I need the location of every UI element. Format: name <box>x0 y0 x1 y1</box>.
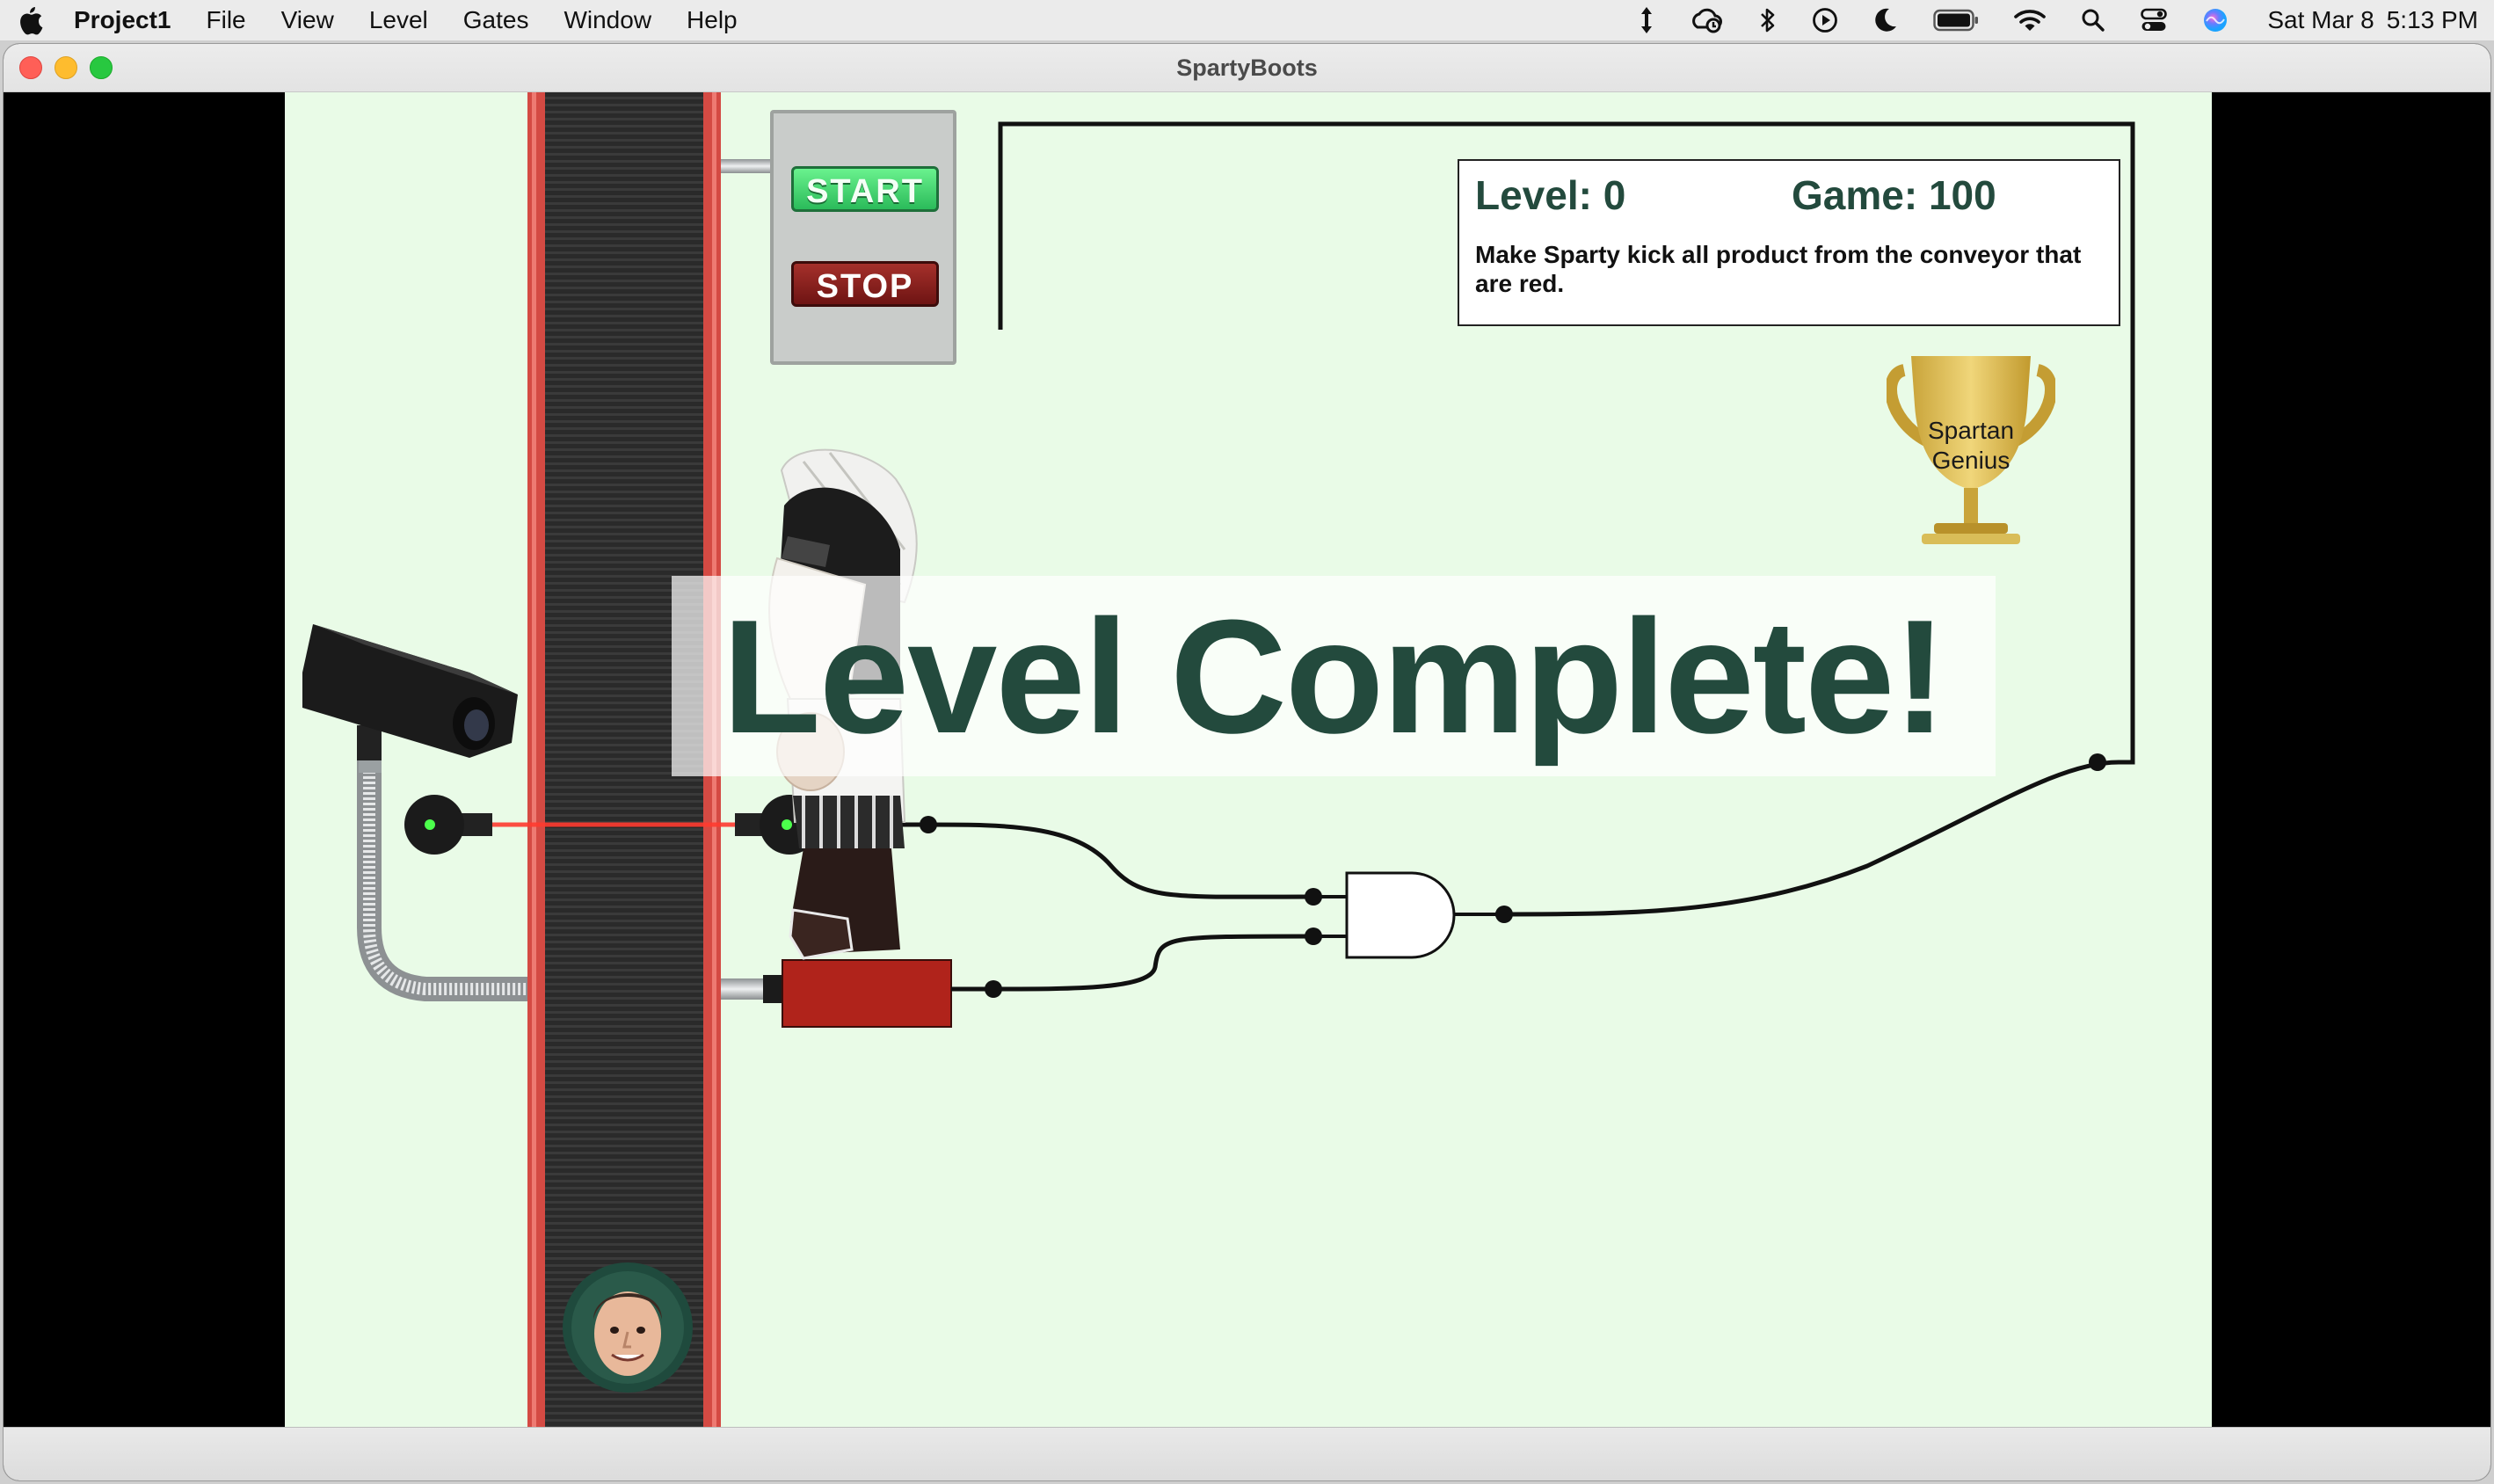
trophy-line-1: Spartan <box>1927 417 2015 444</box>
search-icon[interactable] <box>2081 8 2105 33</box>
scoreboard: Level: 0 Game: 100 Make Sparty kick all … <box>1458 159 2120 326</box>
battery-icon[interactable] <box>1933 9 1979 32</box>
level-complete-message: Level Complete! <box>722 586 1946 767</box>
menu-level[interactable]: Level <box>369 6 428 34</box>
menu-help[interactable]: Help <box>687 6 738 34</box>
level-score: Level: 0 <box>1475 172 1626 218</box>
control-center-icon[interactable] <box>2141 8 2168 33</box>
menu-app-name[interactable]: Project1 <box>74 6 171 34</box>
menu-file[interactable]: File <box>207 6 246 34</box>
game-score: Game: 100 <box>1792 172 1996 218</box>
wifi-icon[interactable] <box>2014 8 2047 33</box>
app-window: SpartyBoots START STOP Level: 0 Game: 10… <box>4 44 2490 1480</box>
menu-bar: Project1 File View Level Gates Window He… <box>0 0 2494 40</box>
menu-clock[interactable]: Sat Mar 8 5:13 PM <box>2267 6 2478 34</box>
menu-window[interactable]: Window <box>564 6 651 34</box>
camera-conduit <box>357 753 527 1001</box>
trophy-line-2: Genius <box>1931 447 2010 474</box>
start-button[interactable]: START <box>791 166 939 212</box>
moon-icon[interactable] <box>1873 7 1898 33</box>
trophy-label: Spartan Genius <box>1887 416 2055 476</box>
apple-icon[interactable] <box>18 5 44 35</box>
product-face-avatar[interactable] <box>562 1262 694 1393</box>
menu-gates[interactable]: Gates <box>463 6 529 34</box>
status-area: Sat Mar 8 5:13 PM <box>1604 0 2478 40</box>
security-camera-icon <box>302 624 518 760</box>
play-circle-icon[interactable] <box>1812 7 1838 33</box>
color-sensor <box>721 959 993 1028</box>
clock-date: Sat Mar 8 <box>2267 6 2374 33</box>
and-gate[interactable] <box>1313 871 1495 959</box>
bluetooth-icon[interactable] <box>1759 6 1777 34</box>
creative-cloud-icon[interactable] <box>1689 6 1724 34</box>
stop-button[interactable]: STOP <box>791 261 939 307</box>
color-sensor-wire <box>993 934 1314 992</box>
keyboard-brightness-icon[interactable] <box>1640 5 1654 35</box>
menu-view[interactable]: View <box>281 6 334 34</box>
clock-time: 5:13 PM <box>2386 6 2478 33</box>
window-title: SpartyBoots <box>1176 55 1318 81</box>
window-bottom-bar <box>4 1427 2490 1480</box>
siri-icon[interactable] <box>2202 7 2229 33</box>
beam-sensor-wire <box>927 822 1314 899</box>
game-area[interactable]: START STOP Level: 0 Game: 100 Make Spart… <box>285 92 2212 1428</box>
wire-junctions <box>920 753 2106 998</box>
control-panel: START STOP <box>770 110 956 365</box>
title-bar[interactable]: SpartyBoots <box>4 44 2490 92</box>
level-instructions: Make Sparty kick all product from the co… <box>1475 241 2082 297</box>
panel-mount <box>721 159 770 173</box>
